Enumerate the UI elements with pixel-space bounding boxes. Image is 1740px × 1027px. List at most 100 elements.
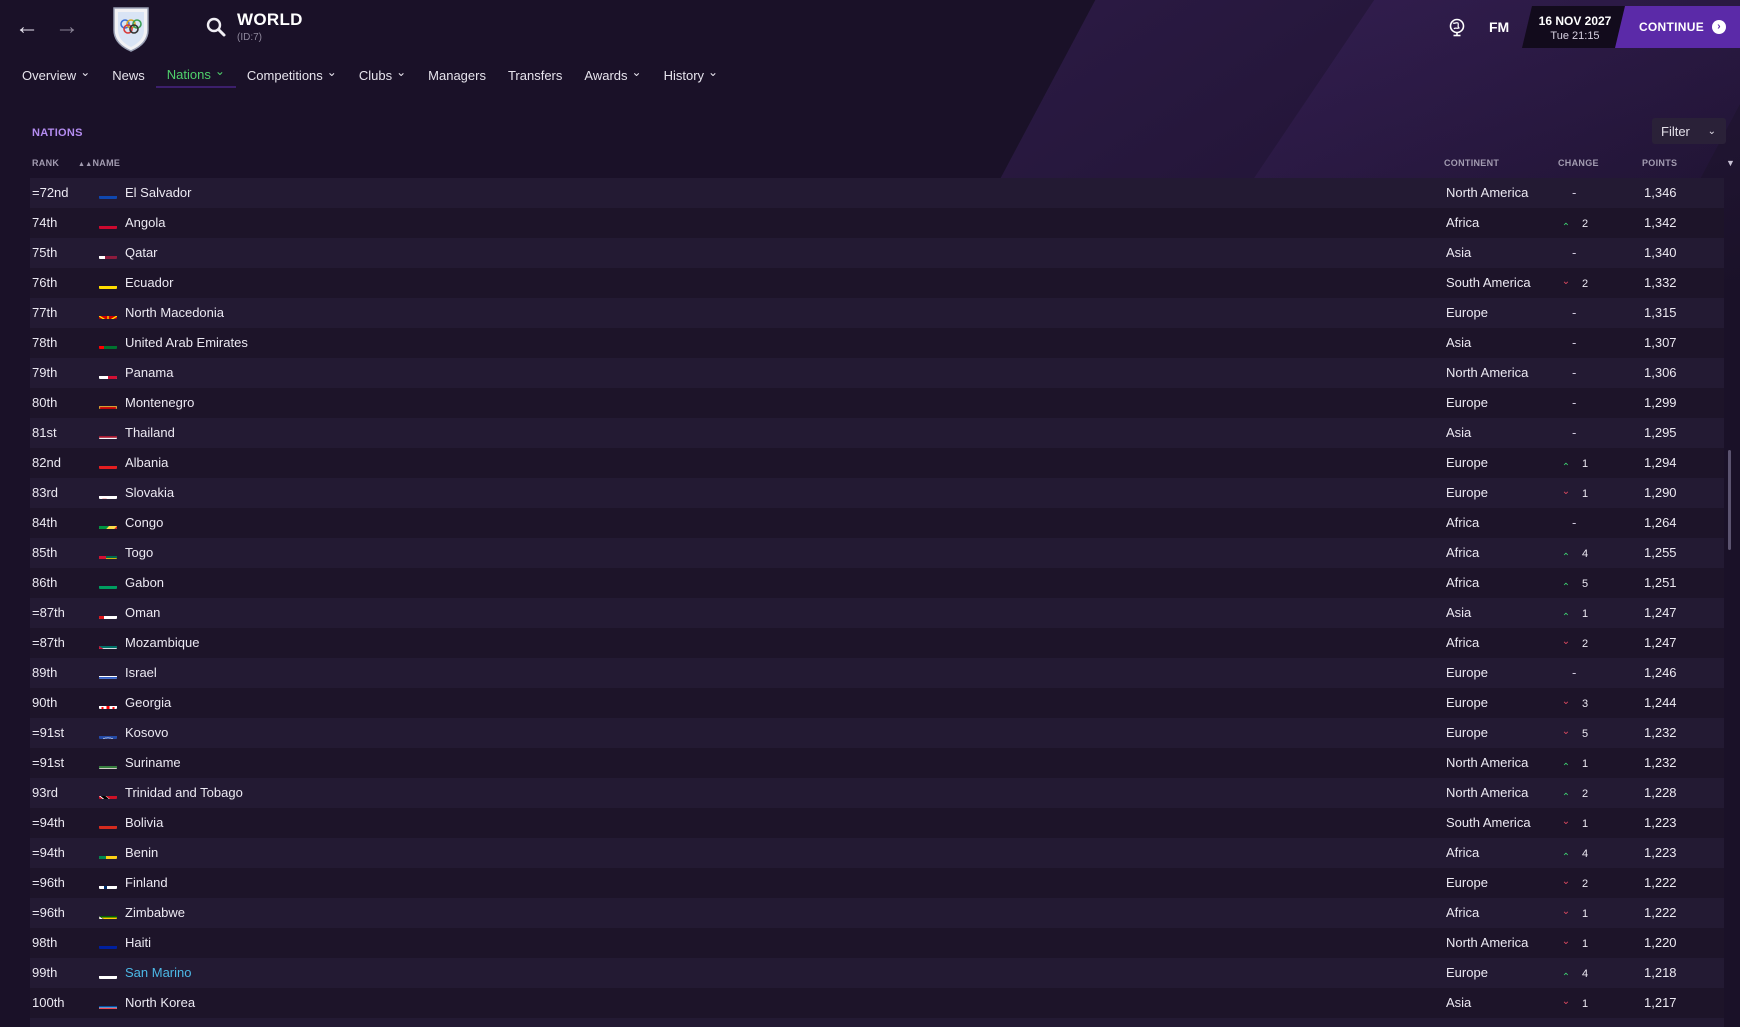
table-row[interactable]: 85th Togo Africa ⌃ 4 1,255 <box>30 538 1724 568</box>
table-row[interactable]: =72nd El Salvador North America - 1,346 <box>30 178 1724 208</box>
table-row[interactable]: =91st Kosovo Europe ⌄ 5 1,232 <box>30 718 1724 748</box>
rank-cell: =72nd <box>32 185 69 200</box>
table-row[interactable]: 98th Haiti North America ⌄ 1 1,220 <box>30 928 1724 958</box>
nation-name-link[interactable]: Trinidad and Tobago <box>125 778 243 808</box>
table-row[interactable]: 78th United Arab Emirates Asia - 1,307 <box>30 328 1724 358</box>
rank-cell: 78th <box>32 335 58 350</box>
change-value: 2 <box>1582 878 1589 890</box>
table-row[interactable]: =94th Benin Africa ⌃ 4 1,223 <box>30 838 1724 868</box>
table-row[interactable]: 84th Congo Africa - 1,264 <box>30 508 1724 538</box>
nation-name-link[interactable]: San Marino <box>125 958 191 988</box>
nation-name-link[interactable]: Montenegro <box>125 388 194 418</box>
globe-icon[interactable] <box>1447 17 1467 37</box>
table-row[interactable]: =87th Mozambique Africa ⌄ 2 1,247 <box>30 628 1724 658</box>
forward-arrow-icon[interactable]: → <box>54 14 80 40</box>
back-arrow-icon[interactable]: ← <box>14 14 40 40</box>
rank-cell: 76th <box>32 275 58 290</box>
nation-name-link[interactable]: Congo <box>125 508 163 538</box>
table-row[interactable]: 79th Panama North America - 1,306 <box>30 358 1724 388</box>
points-cell: 1,232 <box>1644 725 1677 740</box>
nation-name-link[interactable]: Mozambique <box>125 628 199 658</box>
table-row[interactable]: 86th Gabon Africa ⌃ 5 1,251 <box>30 568 1724 598</box>
nation-name-link[interactable]: Panama <box>125 358 173 388</box>
nation-name-link[interactable]: United Arab Emirates <box>125 328 248 358</box>
nation-name-link[interactable]: Haiti <box>125 928 151 958</box>
table-row[interactable]: 99th San Marino Europe ⌃ 4 1,218 <box>30 958 1724 988</box>
column-header-name[interactable]: ▲▲NAME <box>78 158 120 168</box>
nation-name-link[interactable]: Gabon <box>125 568 164 598</box>
nation-name-link[interactable]: Finland <box>125 868 168 898</box>
nation-name-link[interactable]: Angola <box>125 208 165 238</box>
nation-name-link[interactable]: Ecuador <box>125 268 173 298</box>
menu-item-history[interactable]: History ⌄ <box>653 64 730 88</box>
column-header-continent[interactable]: CONTINENT <box>1444 158 1499 168</box>
rank-cell: 90th <box>32 695 58 710</box>
chevron-down-icon: ⌄ <box>1561 486 1571 497</box>
continue-button[interactable]: CONTINUE › <box>1615 6 1740 48</box>
column-header-change[interactable]: CHANGE <box>1558 158 1599 168</box>
table-row[interactable]: 77th North Macedonia Europe - 1,315 <box>30 298 1724 328</box>
nation-name-link[interactable]: Bolivia <box>125 808 163 838</box>
points-cell: 1,294 <box>1644 455 1677 470</box>
table-row[interactable]: =94th Bolivia South America ⌄ 1 1,223 <box>30 808 1724 838</box>
date-display[interactable]: 16 NOV 2027 Tue 21:15 <box>1522 6 1628 48</box>
filter-button[interactable]: Filter ⌄ <box>1652 118 1726 144</box>
nation-name-link[interactable]: El Salvador <box>125 178 191 208</box>
menu-item-nations[interactable]: Nations ⌄ <box>155 64 236 88</box>
fm-logo[interactable]: FM <box>1489 19 1509 35</box>
continent-cell: Europe <box>1446 305 1488 320</box>
panama-flag-icon <box>99 368 117 379</box>
table-row[interactable]: 82nd Albania Europe ⌃ 1 1,294 <box>30 448 1724 478</box>
menu-item-awards[interactable]: Awards ⌄ <box>573 64 652 88</box>
table-row[interactable]: =91st Suriname North America ⌃ 1 1,232 <box>30 748 1724 778</box>
nation-name-link[interactable]: Suriname <box>125 748 181 778</box>
trinidad-flag-icon <box>99 788 117 799</box>
points-cell: 1,332 <box>1644 275 1677 290</box>
nation-name-link[interactable]: Slovakia <box>125 478 174 508</box>
table-row[interactable]: 75th Qatar Asia - 1,340 <box>30 238 1724 268</box>
table-row[interactable]: 76th Ecuador South America ⌄ 2 1,332 <box>30 268 1724 298</box>
menu-item-news[interactable]: News <box>101 64 156 88</box>
table-row[interactable]: 93rd Trinidad and Tobago North America ⌃ 2 1,… <box>30 778 1724 808</box>
nation-name-link[interactable]: Georgia <box>125 688 171 718</box>
table-row[interactable]: 74th Angola Africa ⌃ 2 1,342 <box>30 208 1724 238</box>
change-value: - <box>1572 365 1577 380</box>
nation-name-link[interactable]: Albania <box>125 448 168 478</box>
nation-name-link[interactable]: Oman <box>125 598 160 628</box>
menu-item-managers[interactable]: Managers <box>417 64 497 88</box>
chevron-down-icon: ⌄ <box>80 65 91 79</box>
change-cell: ⌄ 1 <box>1560 898 1610 928</box>
menu-item-transfers[interactable]: Transfers <box>497 64 573 88</box>
change-cell: - <box>1560 508 1610 538</box>
scrollbar-thumb[interactable] <box>1728 450 1731 550</box>
table-row[interactable]: 80th Montenegro Europe - 1,299 <box>30 388 1724 418</box>
nation-name-link[interactable]: Zimbabwe <box>125 898 185 928</box>
menu-item-competitions[interactable]: Competitions ⌄ <box>236 64 348 88</box>
menu-item-overview[interactable]: Overview ⌄ <box>22 64 101 88</box>
search-icon[interactable] <box>205 16 227 38</box>
nation-name-link[interactable]: Thailand <box>125 418 175 448</box>
menu-item-clubs[interactable]: Clubs ⌄ <box>348 64 417 88</box>
nation-name-link[interactable]: Qatar <box>125 238 158 268</box>
table-row[interactable]: 100th North Korea Asia ⌄ 1 1,217 <box>30 988 1724 1018</box>
column-options-icon[interactable]: ▼ <box>1726 158 1735 168</box>
nation-name-link[interactable]: Israel <box>125 658 157 688</box>
table-row[interactable]: 90th Georgia Europe ⌄ 3 1,244 <box>30 688 1724 718</box>
column-header-points[interactable]: POINTS <box>1642 158 1677 168</box>
nation-name-link[interactable]: Togo <box>125 538 153 568</box>
nation-name-link[interactable]: North Macedonia <box>125 298 224 328</box>
table-row[interactable]: =87th Oman Asia ⌃ 1 1,247 <box>30 598 1724 628</box>
table-row[interactable]: 83rd Slovakia Europe ⌄ 1 1,290 <box>30 478 1724 508</box>
rank-cell: =87th <box>32 605 65 620</box>
nation-name-link[interactable]: Benin <box>125 838 158 868</box>
table-row[interactable]: =96th Finland Europe ⌄ 2 1,222 <box>30 868 1724 898</box>
filter-label: Filter <box>1661 123 1690 139</box>
nation-name-link[interactable]: North Korea <box>125 988 195 1018</box>
table-row[interactable]: 81st Thailand Asia - 1,295 <box>30 418 1724 448</box>
table-row[interactable]: 89th Israel Europe - 1,246 <box>30 658 1724 688</box>
table-row[interactable]: =96th Zimbabwe Africa ⌄ 1 1,222 <box>30 898 1724 928</box>
continent-cell: North America <box>1446 755 1529 770</box>
column-header-rank[interactable]: RANK <box>32 158 59 168</box>
menu-item-label: News <box>112 67 145 83</box>
nation-name-link[interactable]: Kosovo <box>125 718 168 748</box>
